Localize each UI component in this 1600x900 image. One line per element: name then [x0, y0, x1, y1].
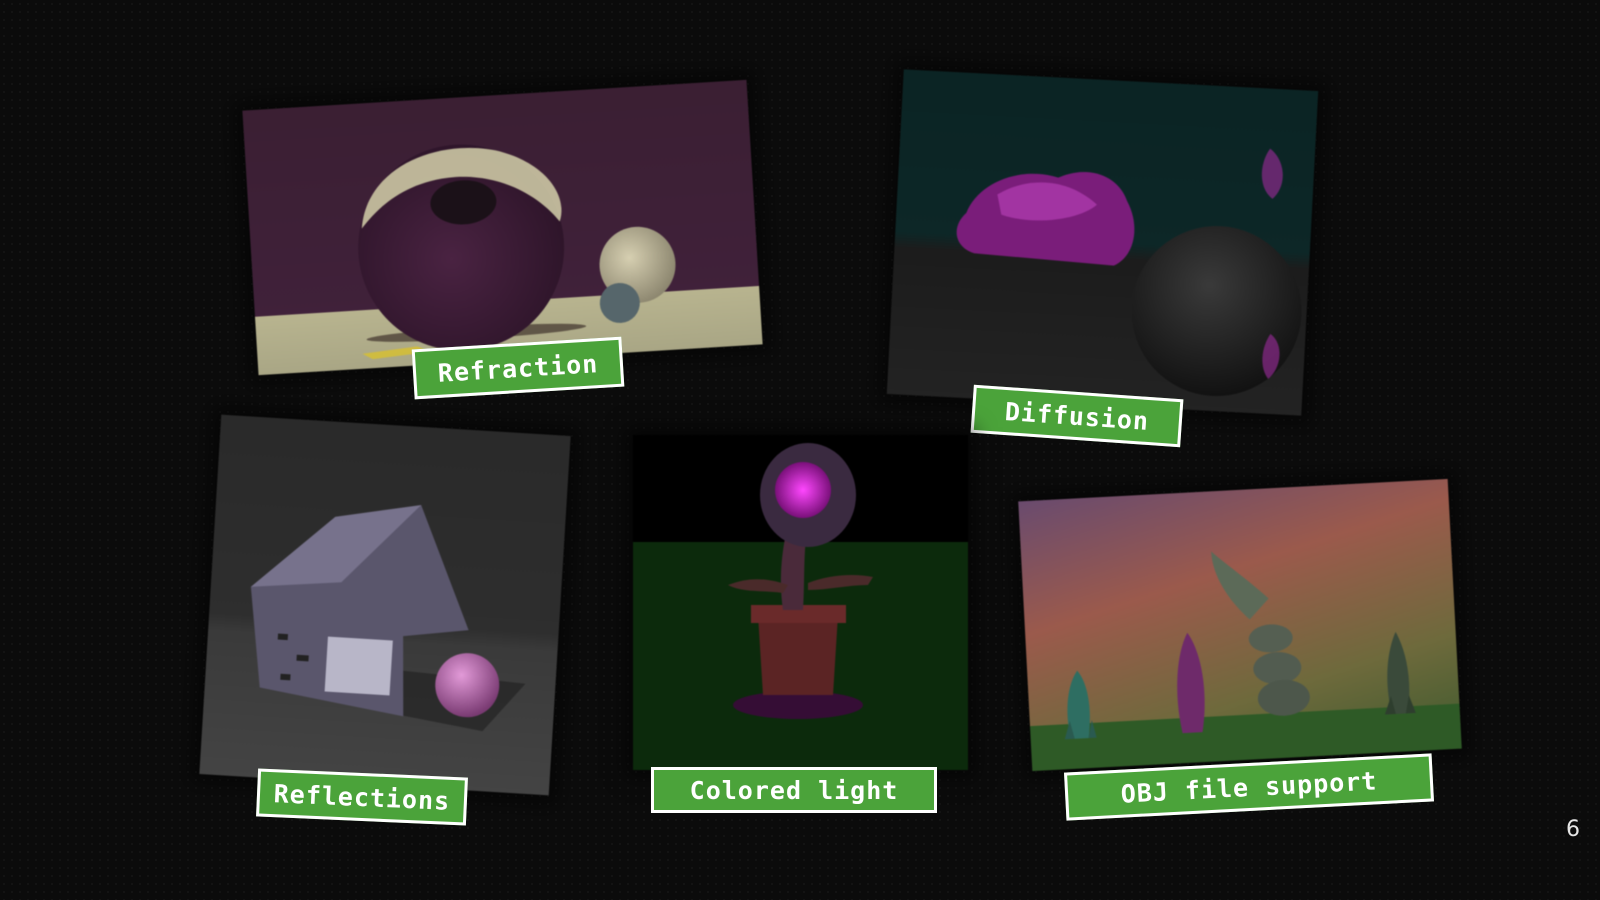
mirror-sphere	[1131, 226, 1302, 397]
diffusion-scene	[956, 148, 1302, 397]
flower-pot	[758, 615, 838, 695]
rocket-model-grey	[1384, 631, 1416, 715]
obj-support-scene	[1030, 551, 1462, 772]
rocket-model-tall	[1211, 551, 1310, 716]
colored-light-scene	[728, 443, 873, 719]
page-number: 6	[1566, 817, 1580, 842]
magenta-light	[775, 462, 831, 518]
colored-light-label: Colored light	[651, 767, 937, 813]
colored-light-render	[633, 435, 968, 770]
diffusion-render	[886, 69, 1319, 416]
obj-support-render	[1018, 478, 1462, 772]
refraction-render	[242, 79, 763, 376]
reflections-label: Reflections	[256, 768, 468, 826]
refraction-scene	[358, 144, 676, 360]
reflections-scene	[250, 505, 526, 732]
rocket-model-magenta	[1177, 632, 1205, 734]
reflections-render	[199, 414, 571, 796]
